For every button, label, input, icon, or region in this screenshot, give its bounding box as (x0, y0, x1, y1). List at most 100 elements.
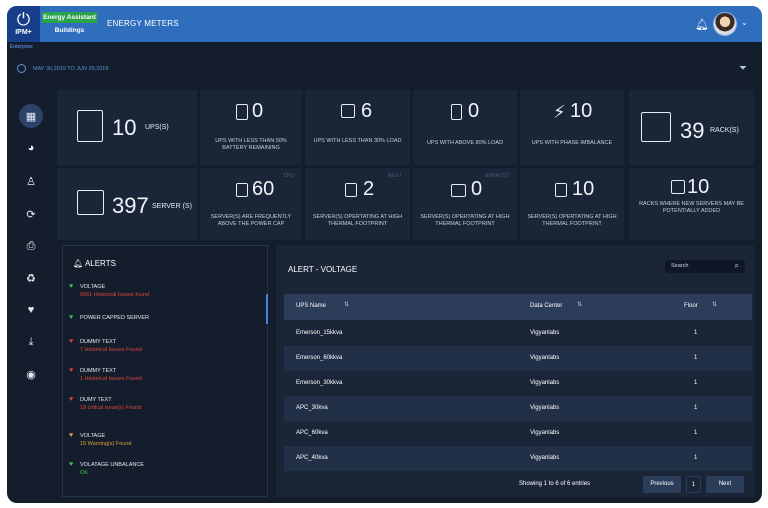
servers-tile[interactable]: 397 SERVER (S) (57, 168, 197, 240)
sync-icon[interactable]: ⟳ (19, 202, 43, 226)
heart-icon: ♥ (69, 432, 74, 439)
servers-cpu-tile[interactable]: CPU 60 SERVER(S) ARE FREQUENTLY ABOVE TH… (200, 168, 302, 240)
servers-exhaust-tile[interactable]: EXHAUST 0 SERVER(S) OPERTATING AT HIGH T… (413, 168, 517, 240)
column-header-ups-name[interactable]: UPS Name (296, 303, 326, 309)
date-range-bar: MAY 30,2019 TO JUN 29,2019 ⏷ (7, 60, 762, 80)
ups-phase-count: 10 (570, 100, 593, 122)
table-row[interactable]: Emerson_60kkva Vigyanlabs 1 (284, 346, 752, 371)
pie-chart-icon[interactable]: ◕ (19, 136, 43, 160)
alert-item[interactable]: ♥ POWER CAPPED SERVER (69, 314, 259, 338)
alert-item[interactable]: ♥ DUMMY TEXT 1 Historical Issues Found (69, 367, 259, 391)
search-input[interactable]: Search ⌕ (665, 260, 745, 273)
ups-low-battery-tile[interactable]: 0 UPS WITH LESS THAN 50% BATTERY REMAINI… (200, 90, 302, 165)
filter-icon[interactable]: ⏷ (739, 63, 747, 74)
cell-ups-name: APC_40kva (296, 455, 328, 461)
servers-thermal-tile[interactable]: 10 SERVER(S) OPERTATING AT HIGH THERMAL … (520, 168, 624, 240)
servers-inlet-tag: INLET (387, 173, 402, 179)
alert-item[interactable]: ♥ VOLTAGE 6051 Historical Issues found (69, 283, 259, 307)
table-header: UPS Name ⇅ Data Center ⇅ Floor ⇅ (284, 294, 752, 320)
date-range[interactable]: MAY 30,2019 TO JUN 29,2019 (33, 66, 108, 72)
cell-data-center: Vigyanlabs (530, 430, 560, 436)
ups-low-battery-caption: UPS WITH LESS THAN 50% BATTERY REMAINING (215, 138, 287, 151)
sort-icon[interactable]: ⇅ (344, 301, 349, 308)
top-bar: ⏻ IPM+ Energy Assistant Buildings ENERGY… (7, 6, 762, 42)
cell-data-center: Vigyanlabs (530, 380, 560, 386)
alert-detail: 19 critical issue(s) Found (80, 405, 142, 411)
heart-icon: ♥ (69, 314, 74, 321)
table-row[interactable]: Emerson_15kkva Vigyanlabs 1 (284, 321, 752, 346)
app-sub-label: Enterprise (10, 44, 33, 50)
cpu-server-icon (236, 183, 248, 197)
dashboard-icon[interactable]: ▦ (19, 104, 43, 128)
table-row[interactable]: APC_30kva Vigyanlabs 1 (284, 396, 752, 421)
alert-item[interactable]: ♥ VOLTAGE 15 Warning(s) Found (69, 432, 259, 456)
cell-floor: 1 (694, 355, 698, 361)
cell-ups-name: APC_30kva (296, 405, 328, 411)
brand-switcher[interactable]: Energy Assistant Buildings (42, 12, 97, 42)
app-logo[interactable]: ⏻ IPM+ (7, 6, 40, 42)
empty-rack-icon (671, 180, 685, 194)
servers-inlet-tile[interactable]: INLET 2 SERVER(S) OPERTATING AT HIGH THE… (305, 168, 410, 240)
ups-high-load-tile[interactable]: 0 UPS WITH ABOVE 80% LOAD (413, 90, 517, 165)
ups-low-load-tile[interactable]: 6 UPS WITH LESS THAN 30% LOAD (305, 90, 410, 165)
chevron-down-icon[interactable]: ⌄ (741, 18, 748, 27)
ups-phase-tile[interactable]: ⚡︎ 10 UPS WITH PHASE IMBALANCE (520, 90, 624, 165)
brand-bottom-label: Buildings (42, 23, 97, 37)
heartbeat-icon[interactable]: ♥ (19, 298, 43, 322)
ups-count: 10 (112, 115, 137, 140)
avatar[interactable] (713, 12, 737, 36)
alerts-title: 🔔︎ ALERTS (73, 259, 116, 268)
inbox-icon[interactable]: ⎙ (19, 234, 43, 258)
table-row[interactable]: APC_60kva Vigyanlabs 1 (284, 421, 752, 446)
alert-detail: 7 Historical Issues Found (80, 347, 142, 353)
brand-top-label: Energy Assistant (42, 12, 97, 23)
servers-unit: SERVER (S) (152, 203, 192, 210)
table-row[interactable]: APC_40kva Vigyanlabs 1 (284, 446, 752, 471)
ups-low-load-count: 6 (361, 100, 373, 122)
servers-cpu-caption: SERVER(S) ARE FREQUENTLY ABOVE THE POWER… (210, 214, 292, 227)
app-name: IPM+ (15, 29, 32, 36)
voltage-title: ALERT - VOLTAGE (288, 265, 358, 274)
fan-icon (451, 184, 466, 197)
cell-floor: 1 (694, 380, 698, 386)
alert-name: POWER CAPPED SERVER (80, 315, 149, 321)
sort-icon[interactable]: ⇅ (712, 301, 717, 308)
cell-data-center: Vigyanlabs (530, 355, 560, 361)
sort-icon[interactable]: ⇅ (577, 301, 582, 308)
ups-tile[interactable]: 10 UPS(S) (57, 90, 197, 165)
alert-detail: 6051 Historical Issues found (80, 292, 150, 298)
alert-item[interactable]: ♥ DUMY TEXT 19 critical issue(s) Found (69, 396, 259, 420)
bell-icon[interactable]: 🔔︎ (695, 18, 709, 31)
ups-high-load-caption: UPS WITH ABOVE 80% LOAD (426, 140, 504, 146)
cell-data-center: Vigyanlabs (530, 455, 560, 461)
column-header-data-center[interactable]: Data Center (530, 303, 562, 309)
racks-count: 39 (680, 118, 705, 143)
scrollbar[interactable] (266, 294, 268, 324)
user-icon[interactable]: ◉ (19, 362, 43, 386)
recycle-icon[interactable]: ♻ (19, 266, 43, 290)
alert-item[interactable]: ♥ VOLATAGE UNBALANCE OK (69, 461, 259, 485)
cell-data-center: Vigyanlabs (530, 330, 560, 336)
racks-tile[interactable]: 39 RACK(S) (629, 90, 754, 165)
ups-icon (77, 110, 103, 142)
previous-button[interactable]: Previous (643, 476, 681, 493)
download-icon[interactable]: ⤓ (19, 330, 43, 354)
hierarchy-icon[interactable]: ♙ (19, 169, 43, 193)
next-button[interactable]: Next (706, 476, 744, 493)
ups-low-battery-count: 0 (252, 100, 264, 122)
column-header-floor[interactable]: Floor (684, 303, 698, 309)
alert-item[interactable]: ♥ DUMMY TEXT 7 Historical Issues Found (69, 338, 259, 362)
page-1-button[interactable]: 1 (686, 476, 701, 493)
lightning-icon: ⚡︎ (553, 102, 566, 122)
servers-cpu-count: 60 (252, 178, 275, 200)
power-icon: ⏻ (16, 10, 31, 30)
chip-icon (341, 104, 355, 118)
table-row[interactable]: Emerson_30kkva Vigyanlabs 1 (284, 371, 752, 396)
alert-name: VOLATAGE UNBALANCE (80, 462, 144, 468)
search-icon[interactable]: ⌕ (735, 261, 739, 271)
cell-floor: 1 (694, 430, 698, 436)
battery-icon (236, 104, 248, 120)
cell-ups-name: APC_60kva (296, 430, 328, 436)
racks-new-tile[interactable]: 10 RACKS WHERE NEW SERVERS MAY BE POTENT… (629, 168, 754, 240)
servers-exhaust-caption: SERVER(S) OPERTATING AT HIGH THERMAL FOO… (420, 214, 510, 227)
